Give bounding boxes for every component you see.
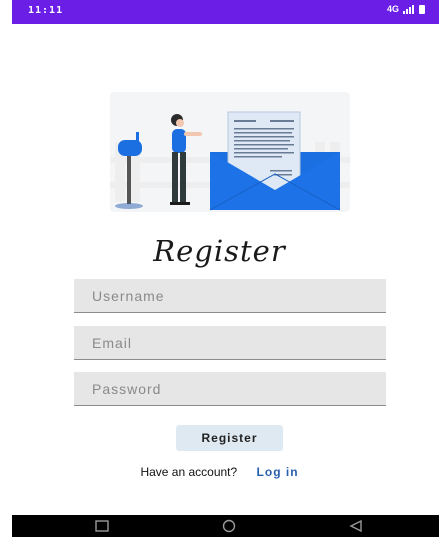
status-time: 11:11 [28, 5, 64, 16]
login-link[interactable]: Log in [257, 465, 299, 479]
status-bar: 11:11 4G [12, 0, 439, 24]
email-input[interactable] [74, 326, 386, 360]
register-illustration [110, 92, 350, 212]
recents-square-icon [95, 520, 109, 532]
back-triangle-icon [349, 520, 362, 532]
home-circle-icon [222, 519, 236, 533]
signal-icon [403, 4, 414, 14]
password-input[interactable] [74, 372, 386, 406]
account-row: Have an account? Log in [0, 465, 439, 479]
battery-icon [419, 4, 425, 14]
network-label: 4G [386, 4, 399, 14]
navigation-bar [12, 515, 439, 537]
username-input[interactable] [74, 279, 386, 313]
back-button[interactable] [336, 515, 376, 537]
register-button[interactable]: Register [176, 425, 283, 451]
home-button[interactable] [209, 515, 249, 537]
status-indicators: 4G [387, 4, 425, 14]
page-title: Register [153, 234, 286, 268]
recents-button[interactable] [82, 515, 122, 537]
account-prompt: Have an account? [140, 465, 238, 479]
